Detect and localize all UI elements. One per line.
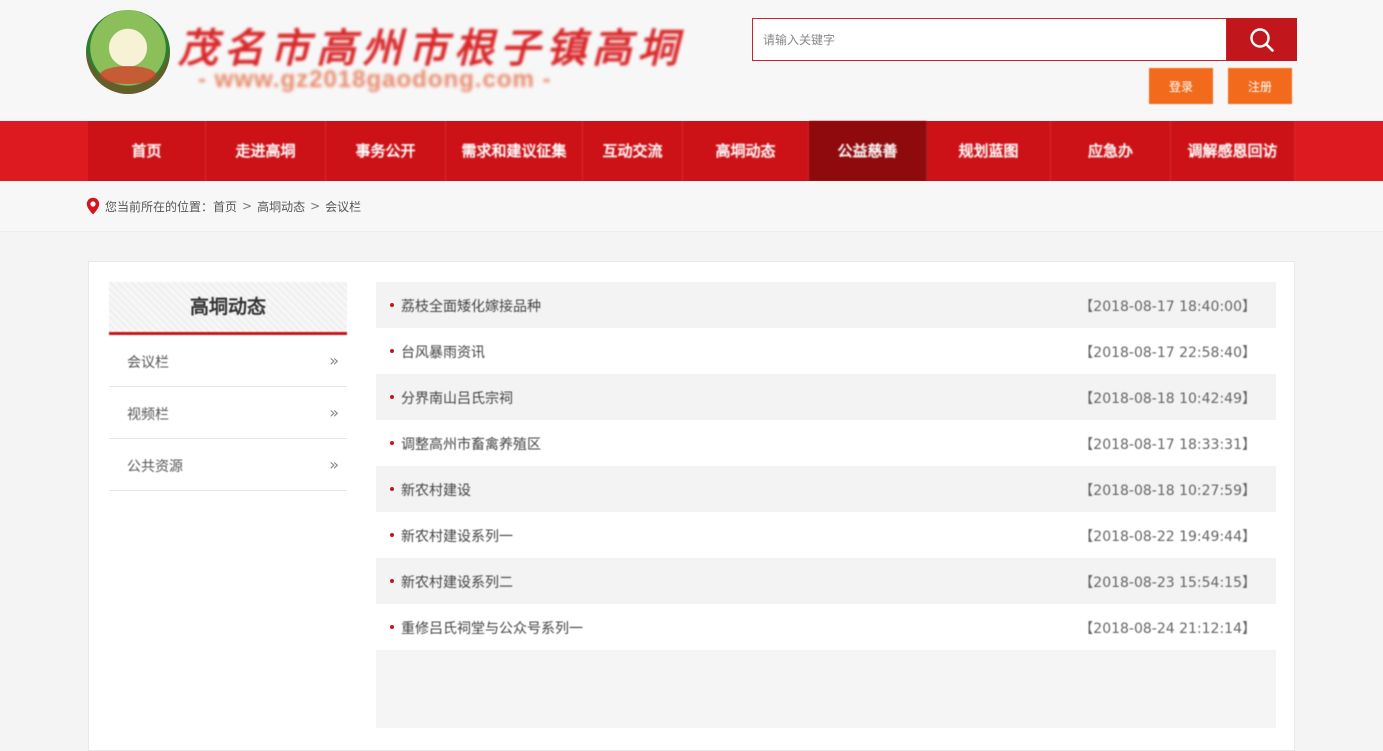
breadcrumb-separator: > [242, 199, 253, 213]
search-button[interactable] [1227, 18, 1297, 61]
breadcrumb: 您当前所在的位置： 首页 > 高垌动态 > 会议栏 [86, 197, 361, 215]
news-date: 【2018-08-18 10:42:49】 [1079, 391, 1256, 407]
sidebar-item-meeting[interactable]: 会议栏 » [109, 335, 347, 387]
site-logo[interactable]: 茂名市高州市根子镇高垌 - www.gz2018gaodong.com - [86, 10, 678, 100]
nav-item-suggestions[interactable]: 需求和建议征集 [446, 121, 583, 181]
bullet-dot-icon [390, 625, 394, 629]
news-row[interactable]: 台风暴雨资讯 【2018-08-17 22:58:40】 [376, 328, 1276, 374]
breadcrumb-news[interactable]: 高垌动态 [257, 198, 305, 215]
logo-url: - www.gz2018gaodong.com - [198, 66, 552, 93]
sidebar-item-label: 公共资源 [127, 459, 183, 475]
nav-item-home[interactable]: 首页 [88, 121, 206, 181]
news-title[interactable]: 荔枝全面矮化嫁接品种 [401, 296, 541, 316]
sidebar-item-label: 会议栏 [127, 355, 169, 371]
news-row[interactable]: 分界南山吕氏宗祠 【2018-08-18 10:42:49】 [376, 374, 1276, 420]
nav-item-news[interactable]: 高垌动态 [683, 121, 809, 181]
search-bar [752, 18, 1297, 61]
sidebar-item-video[interactable]: 视频栏 » [109, 387, 347, 439]
search-icon [1250, 27, 1274, 52]
double-chevron-right-icon: » [329, 403, 339, 422]
news-date: 【2018-08-24 21:12:14】 [1079, 621, 1256, 637]
news-row[interactable]: 新农村建设系列二 【2018-08-23 15:54:15】 [376, 558, 1276, 604]
bullet-dot-icon [390, 303, 394, 307]
sidebar: 高垌动态 会议栏 » 视频栏 » 公共资源 » [109, 282, 347, 491]
nav-item-mediation[interactable]: 调解感恩回访 [1171, 121, 1295, 181]
main-nav: 首页 走进高垌 事务公开 需求和建议征集 互动交流 高垌动态 公益慈善 规划蓝图… [0, 121, 1383, 181]
breadcrumb-separator: > [310, 199, 321, 213]
logo-emblem-icon [86, 10, 170, 94]
sidebar-item-resources[interactable]: 公共资源 » [109, 439, 347, 491]
nav-item-about[interactable]: 走进高垌 [206, 121, 326, 181]
nav-item-planning[interactable]: 规划蓝图 [927, 121, 1051, 181]
nav-item-interaction[interactable]: 互动交流 [583, 121, 683, 181]
news-date: 【2018-08-18 10:27:59】 [1079, 483, 1256, 499]
news-title[interactable]: 新农村建设系列一 [401, 526, 513, 546]
news-title[interactable]: 新农村建设 [401, 480, 471, 500]
news-date: 【2018-08-17 18:33:31】 [1079, 437, 1256, 453]
bullet-dot-icon [390, 395, 394, 399]
double-chevron-right-icon: » [329, 351, 339, 370]
news-title[interactable]: 重修吕氏祠堂与公众号系列一 [401, 618, 583, 638]
news-date: 【2018-08-17 22:58:40】 [1079, 345, 1256, 361]
news-row[interactable]: 新农村建设系列一 【2018-08-22 19:49:44】 [376, 512, 1276, 558]
bullet-dot-icon [390, 349, 394, 353]
news-date: 【2018-08-23 15:54:15】 [1079, 575, 1256, 591]
sidebar-item-label: 视频栏 [127, 407, 169, 423]
breadcrumb-home[interactable]: 首页 [213, 198, 237, 215]
sidebar-title: 高垌动态 [109, 282, 347, 335]
news-title[interactable]: 调整高州市畜禽养殖区 [401, 434, 541, 454]
nav-item-affairs[interactable]: 事务公开 [326, 121, 446, 181]
news-row[interactable]: 新农村建设 【2018-08-18 10:27:59】 [376, 466, 1276, 512]
double-chevron-right-icon: » [329, 455, 339, 474]
news-row[interactable]: 调整高州市畜禽养殖区 【2018-08-17 18:33:31】 [376, 420, 1276, 466]
site-header: 茂名市高州市根子镇高垌 - www.gz2018gaodong.com - 登录… [0, 0, 1383, 121]
breadcrumb-meeting[interactable]: 会议栏 [325, 198, 361, 215]
news-row[interactable]: 荔枝全面矮化嫁接品种 【2018-08-17 18:40:00】 [376, 282, 1276, 328]
breadcrumb-bar: 您当前所在的位置： 首页 > 高垌动态 > 会议栏 [0, 181, 1383, 232]
nav-item-emergency[interactable]: 应急办 [1051, 121, 1171, 181]
search-input[interactable] [752, 18, 1227, 61]
breadcrumb-prefix: 您当前所在的位置： [105, 199, 214, 214]
main-nav-inner: 首页 走进高垌 事务公开 需求和建议征集 互动交流 高垌动态 公益慈善 规划蓝图… [88, 121, 1295, 181]
bullet-dot-icon [390, 441, 394, 445]
register-button[interactable]: 注册 [1228, 68, 1292, 104]
content-panel: 高垌动态 会议栏 » 视频栏 » 公共资源 » 荔枝全面矮化嫁接品种 【2018… [88, 261, 1295, 751]
news-list: 荔枝全面矮化嫁接品种 【2018-08-17 18:40:00】 台风暴雨资讯 … [376, 282, 1276, 728]
news-date: 【2018-08-17 18:40:00】 [1079, 299, 1256, 315]
bullet-dot-icon [390, 579, 394, 583]
news-title[interactable]: 新农村建设系列二 [401, 572, 513, 592]
login-button[interactable]: 登录 [1149, 68, 1213, 104]
news-title[interactable]: 台风暴雨资讯 [401, 342, 485, 362]
location-pin-icon [86, 197, 100, 215]
news-row[interactable]: 重修吕氏祠堂与公众号系列一 【2018-08-24 21:12:14】 [376, 604, 1276, 650]
bullet-dot-icon [390, 533, 394, 537]
bullet-dot-icon [390, 487, 394, 491]
news-date: 【2018-08-22 19:49:44】 [1079, 529, 1256, 545]
news-title[interactable]: 分界南山吕氏宗祠 [401, 388, 513, 408]
nav-item-charity[interactable]: 公益慈善 [809, 121, 927, 181]
